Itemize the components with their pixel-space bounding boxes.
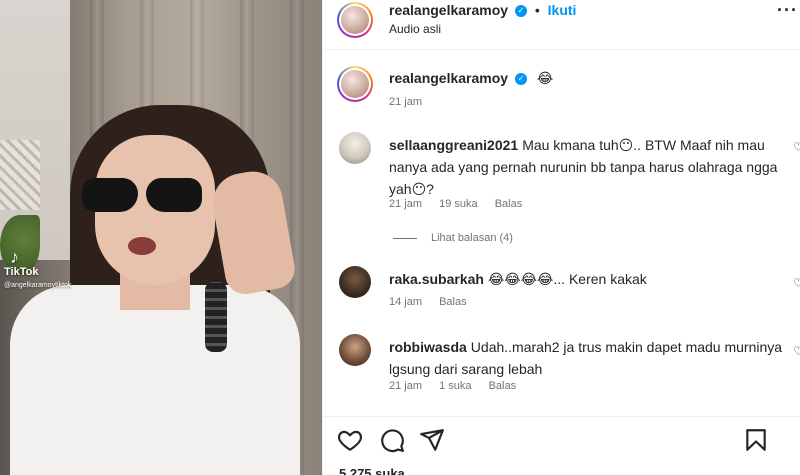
audio-label[interactable]: Audio asli [389, 22, 441, 36]
tiktok-brand: TikTok [4, 266, 39, 278]
comment-meta: 14 jam Balas [389, 296, 481, 308]
comment-icon[interactable] [379, 427, 405, 453]
comment-time: 14 jam [389, 296, 423, 308]
verified-icon: ✓ [514, 73, 527, 86]
comment-likes[interactable]: 19 suka [439, 198, 478, 210]
avatar[interactable] [339, 132, 371, 164]
comment-time: 21 jam [389, 380, 423, 392]
replies-line [393, 237, 417, 239]
comment-username[interactable]: robbiwasda [389, 339, 467, 355]
comment-meta: 21 jam 19 suka Balas [389, 198, 536, 210]
heart-icon[interactable]: ♡ [793, 276, 800, 290]
reply-button[interactable]: Balas [495, 198, 523, 210]
caption-text: 😂 [536, 70, 554, 86]
person-mouth [128, 237, 156, 255]
avatar[interactable] [339, 334, 371, 366]
reply-button[interactable]: Balas [489, 380, 517, 392]
post-username[interactable]: realangelkaramoy [389, 2, 508, 18]
wall-lattice [0, 140, 40, 210]
reply-button[interactable]: Balas [439, 296, 467, 308]
comment-text: raka.subarkah 😂😂😂😂... Keren kakak [389, 268, 789, 290]
separator-dot: • [534, 2, 540, 18]
caption-row: realangelkaramoy ✓ 😂 [389, 70, 553, 87]
reel-video[interactable]: ♪ TikTok @angelkaramoytiktok [0, 0, 322, 475]
avatar[interactable] [337, 2, 373, 38]
comment-meta: 21 jam 1 suka Balas [389, 380, 530, 392]
avatar[interactable] [337, 66, 373, 102]
caption-time: 21 jam [389, 96, 423, 108]
heart-icon[interactable] [337, 427, 363, 453]
bag-strap [205, 282, 227, 352]
likes-count[interactable]: 5.275 suka [339, 466, 405, 475]
tiktok-watermark: ♪ TikTok @angelkaramoytiktok [4, 248, 71, 289]
comment-likes[interactable]: 1 suka [439, 380, 471, 392]
heart-icon[interactable]: ♡ [793, 344, 800, 358]
post-panel: realangelkaramoy ✓ • Ikuti Audio asli ··… [322, 0, 800, 475]
person-top [10, 285, 300, 475]
caption-username[interactable]: realangelkaramoy [389, 70, 508, 86]
avatar[interactable] [339, 266, 371, 298]
comment-text: sellaanggreani2021 Mau kmana tuh😶.. BTW M… [389, 134, 789, 200]
comment-username[interactable]: raka.subarkah [389, 271, 484, 287]
verified-icon: ✓ [514, 5, 527, 18]
comment-text: robbiwasda Udah..marah2 ja trus makin dap… [389, 336, 789, 380]
share-icon[interactable] [419, 427, 445, 453]
follow-button[interactable]: Ikuti [548, 2, 577, 18]
view-replies-label: Lihat balasan (4) [431, 232, 513, 244]
header-title-row: realangelkaramoy ✓ • Ikuti [389, 2, 576, 18]
comment-body: 😂😂😂😂... Keren kakak [487, 271, 647, 287]
comment-time: 21 jam [389, 198, 423, 210]
heart-icon[interactable]: ♡ [793, 140, 800, 154]
comment-username[interactable]: sellaanggreani2021 [389, 137, 518, 153]
tiktok-icon: ♪ [10, 247, 19, 267]
sunglasses [82, 178, 202, 214]
tiktok-handle: @angelkaramoytiktok [4, 282, 72, 289]
bookmark-icon[interactable] [743, 427, 769, 453]
post-header: realangelkaramoy ✓ • Ikuti Audio asli ··… [323, 0, 800, 50]
more-icon[interactable]: ··· [777, 0, 798, 21]
view-replies-button[interactable]: Lihat balasan (4) [393, 232, 513, 244]
